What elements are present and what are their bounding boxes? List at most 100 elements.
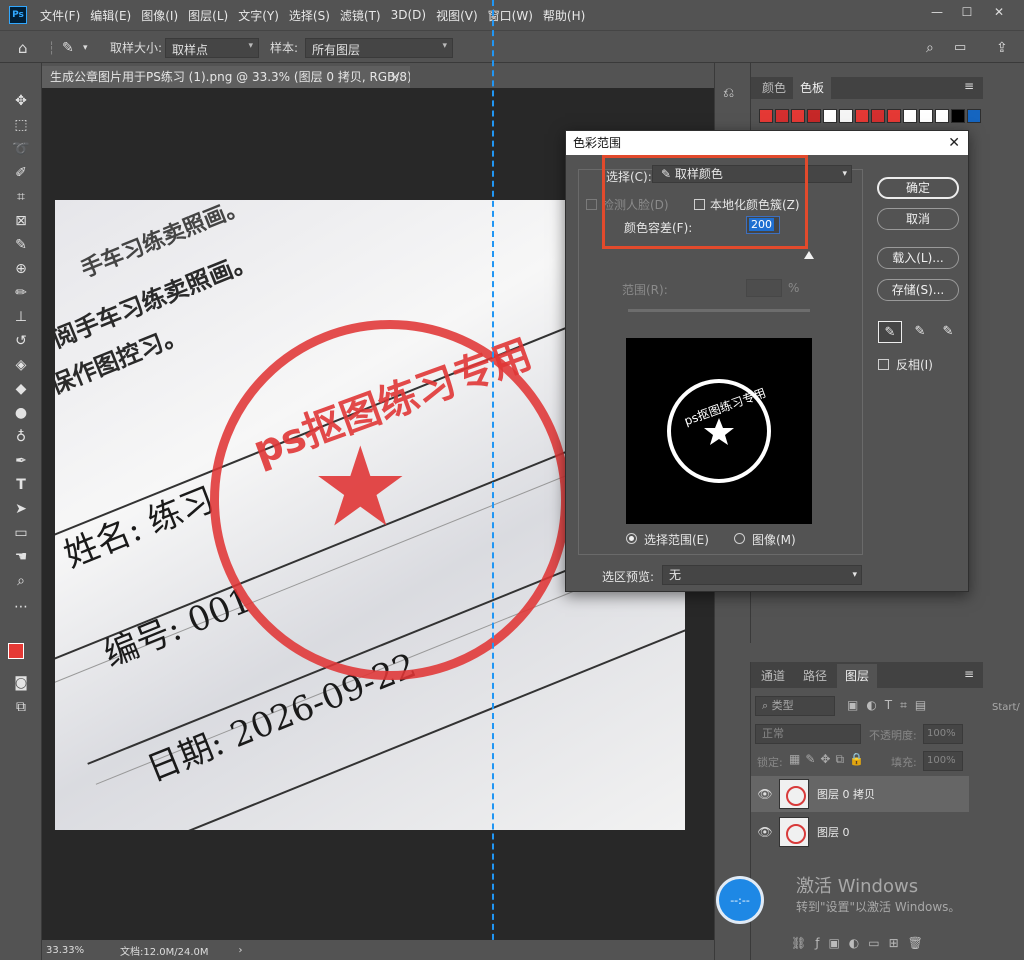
frame-tool-icon[interactable]: ⊠ bbox=[10, 211, 32, 231]
home-icon[interactable]: ⌂ bbox=[18, 31, 28, 64]
save-button[interactable]: 存储(S)... bbox=[877, 279, 959, 301]
healing-brush-icon[interactable]: ⊕ bbox=[10, 259, 32, 279]
sample-select[interactable]: 所有图层 ▾ bbox=[305, 38, 453, 58]
lasso-tool-icon[interactable]: ➰ bbox=[10, 139, 32, 159]
menu-type[interactable]: 文字(Y) bbox=[233, 7, 284, 24]
search-icon[interactable]: ⌕ bbox=[926, 31, 934, 64]
menu-layer[interactable]: 图层(L) bbox=[183, 7, 233, 24]
layer-row[interactable]: 👁 图层 0 bbox=[751, 814, 969, 850]
tab-paths[interactable]: 路径 bbox=[795, 664, 835, 688]
layer-filter-select[interactable]: ⌕ 类型 bbox=[755, 696, 835, 716]
swatch[interactable] bbox=[775, 109, 789, 123]
swatch[interactable] bbox=[823, 109, 837, 123]
dodge-tool-icon[interactable]: ♁ bbox=[10, 427, 32, 447]
close-window-button[interactable]: ✕ bbox=[984, 0, 1014, 24]
chevron-right-icon[interactable]: › bbox=[239, 945, 243, 956]
menu-select[interactable]: 选择(S) bbox=[284, 7, 335, 24]
fill-input[interactable]: 100% bbox=[923, 751, 963, 771]
opacity-input[interactable]: 100% bbox=[923, 724, 963, 744]
image-radio[interactable] bbox=[734, 533, 745, 544]
close-icon[interactable]: ✕ bbox=[948, 131, 960, 155]
eyedropper-tool-icon[interactable]: ✎ bbox=[62, 31, 74, 64]
hand-tool-icon[interactable]: ☚ bbox=[10, 547, 32, 567]
range-input[interactable] bbox=[746, 279, 782, 297]
menu-view[interactable]: 视图(V) bbox=[431, 7, 483, 24]
slider-handle[interactable] bbox=[804, 251, 814, 259]
foreground-color-swatch[interactable] bbox=[8, 643, 24, 659]
blur-tool-icon[interactable]: ● bbox=[10, 403, 32, 423]
zoom-tool-icon[interactable]: ⌕ bbox=[10, 571, 32, 591]
panel-menu-icon[interactable]: ≡ bbox=[964, 667, 974, 681]
swatch[interactable] bbox=[855, 109, 869, 123]
tab-color[interactable]: 颜色 bbox=[755, 77, 793, 99]
eyedropper-plus-icon[interactable]: ✎ bbox=[908, 321, 932, 343]
pen-tool-icon[interactable]: ✒ bbox=[10, 451, 32, 471]
eyedropper-icon[interactable]: ✎ bbox=[10, 235, 32, 255]
history-icon[interactable]: ⎌ bbox=[723, 85, 734, 101]
cancel-button[interactable]: 取消 bbox=[877, 208, 959, 230]
close-icon[interactable]: × bbox=[390, 66, 400, 88]
menu-image[interactable]: 图像(I) bbox=[136, 7, 183, 24]
menu-window[interactable]: 窗口(W) bbox=[483, 7, 538, 24]
eye-icon[interactable]: 👁 bbox=[751, 787, 779, 801]
paint-bucket-icon[interactable]: ◆ bbox=[10, 379, 32, 399]
zoom-level[interactable]: 33.33% bbox=[42, 945, 112, 956]
swatch[interactable] bbox=[871, 109, 885, 123]
minimize-button[interactable]: — bbox=[922, 0, 952, 24]
tab-swatches[interactable]: 色板 bbox=[793, 77, 832, 99]
eraser-tool-icon[interactable]: ◈ bbox=[10, 355, 32, 375]
tab-layers[interactable]: 图层 bbox=[837, 664, 878, 688]
swatch[interactable] bbox=[759, 109, 773, 123]
layer-actions[interactable]: ⛓ƒ▣◐▭⊞🗑 bbox=[791, 936, 932, 950]
blend-mode-select[interactable]: 正常 bbox=[755, 724, 861, 744]
chevron-down-icon[interactable]: ▾ bbox=[83, 31, 88, 64]
swatch[interactable] bbox=[791, 109, 805, 123]
crop-tool-icon[interactable]: ⌗ bbox=[10, 187, 32, 207]
eye-icon[interactable]: 👁 bbox=[751, 825, 779, 839]
layer-row[interactable]: 👁 图层 0 拷贝 bbox=[751, 776, 969, 812]
maximize-button[interactable]: ☐ bbox=[952, 0, 982, 24]
load-button[interactable]: 载入(L)... bbox=[877, 247, 959, 269]
floating-timer-button[interactable]: --:-- bbox=[716, 876, 764, 924]
path-select-icon[interactable]: ➤ bbox=[10, 499, 32, 519]
move-tool-icon[interactable]: ✥ bbox=[10, 91, 32, 111]
more-tools-icon[interactable]: ⋯ bbox=[10, 597, 32, 617]
document-tab[interactable]: 生成公章图片用于PS练习 (1).png @ 33.3% (图层 0 拷贝, R… bbox=[42, 66, 410, 88]
menu-help[interactable]: 帮助(H) bbox=[538, 7, 590, 24]
quick-mask-icon[interactable]: ◙ bbox=[10, 673, 32, 693]
swatch[interactable] bbox=[887, 109, 901, 123]
swatch[interactable] bbox=[903, 109, 917, 123]
type-tool-icon[interactable]: T bbox=[10, 475, 32, 495]
history-brush-icon[interactable]: ↺ bbox=[10, 331, 32, 351]
panel-menu-icon[interactable]: ≡ bbox=[964, 79, 974, 93]
sample-size-select[interactable]: 取样点 ▾ bbox=[165, 38, 259, 58]
eyedropper-icon[interactable]: ✎ bbox=[878, 321, 902, 343]
swatch[interactable] bbox=[951, 109, 965, 123]
menu-edit[interactable]: 编辑(E) bbox=[85, 7, 136, 24]
eyedropper-minus-icon[interactable]: ✎ bbox=[936, 321, 960, 343]
stamp-tool-icon[interactable]: ⊥ bbox=[10, 307, 32, 327]
detect-faces-checkbox[interactable] bbox=[586, 199, 597, 210]
swatch[interactable] bbox=[807, 109, 821, 123]
shape-tool-icon[interactable]: ▭ bbox=[10, 523, 32, 543]
selection-radio[interactable] bbox=[626, 533, 637, 544]
tab-channels[interactable]: 通道 bbox=[753, 664, 793, 688]
filter-icons[interactable]: ▣◐T⌗▤ bbox=[847, 698, 934, 713]
share-icon[interactable]: ⇪ bbox=[996, 31, 1008, 64]
marquee-tool-icon[interactable]: ⬚ bbox=[10, 115, 32, 135]
menu-3d[interactable]: 3D(D) bbox=[386, 8, 431, 22]
menu-file[interactable]: 文件(F) bbox=[35, 7, 85, 24]
lock-icons[interactable]: ▦✎✥⧉🔒 bbox=[789, 752, 869, 767]
brush-tool-icon[interactable]: ✏ bbox=[10, 283, 32, 303]
swatch[interactable] bbox=[839, 109, 853, 123]
swatch[interactable] bbox=[919, 109, 933, 123]
menu-filter[interactable]: 滤镜(T) bbox=[335, 7, 386, 24]
guide-line[interactable] bbox=[492, 0, 494, 960]
ok-button[interactable]: 确定 bbox=[877, 177, 959, 199]
preview-mode-select[interactable]: 无 ▾ bbox=[662, 565, 862, 585]
swatch[interactable] bbox=[935, 109, 949, 123]
quick-select-tool-icon[interactable]: ✐ bbox=[10, 163, 32, 183]
swatch[interactable] bbox=[967, 109, 981, 123]
range-slider-track[interactable] bbox=[628, 309, 810, 312]
invert-checkbox[interactable] bbox=[878, 359, 889, 370]
